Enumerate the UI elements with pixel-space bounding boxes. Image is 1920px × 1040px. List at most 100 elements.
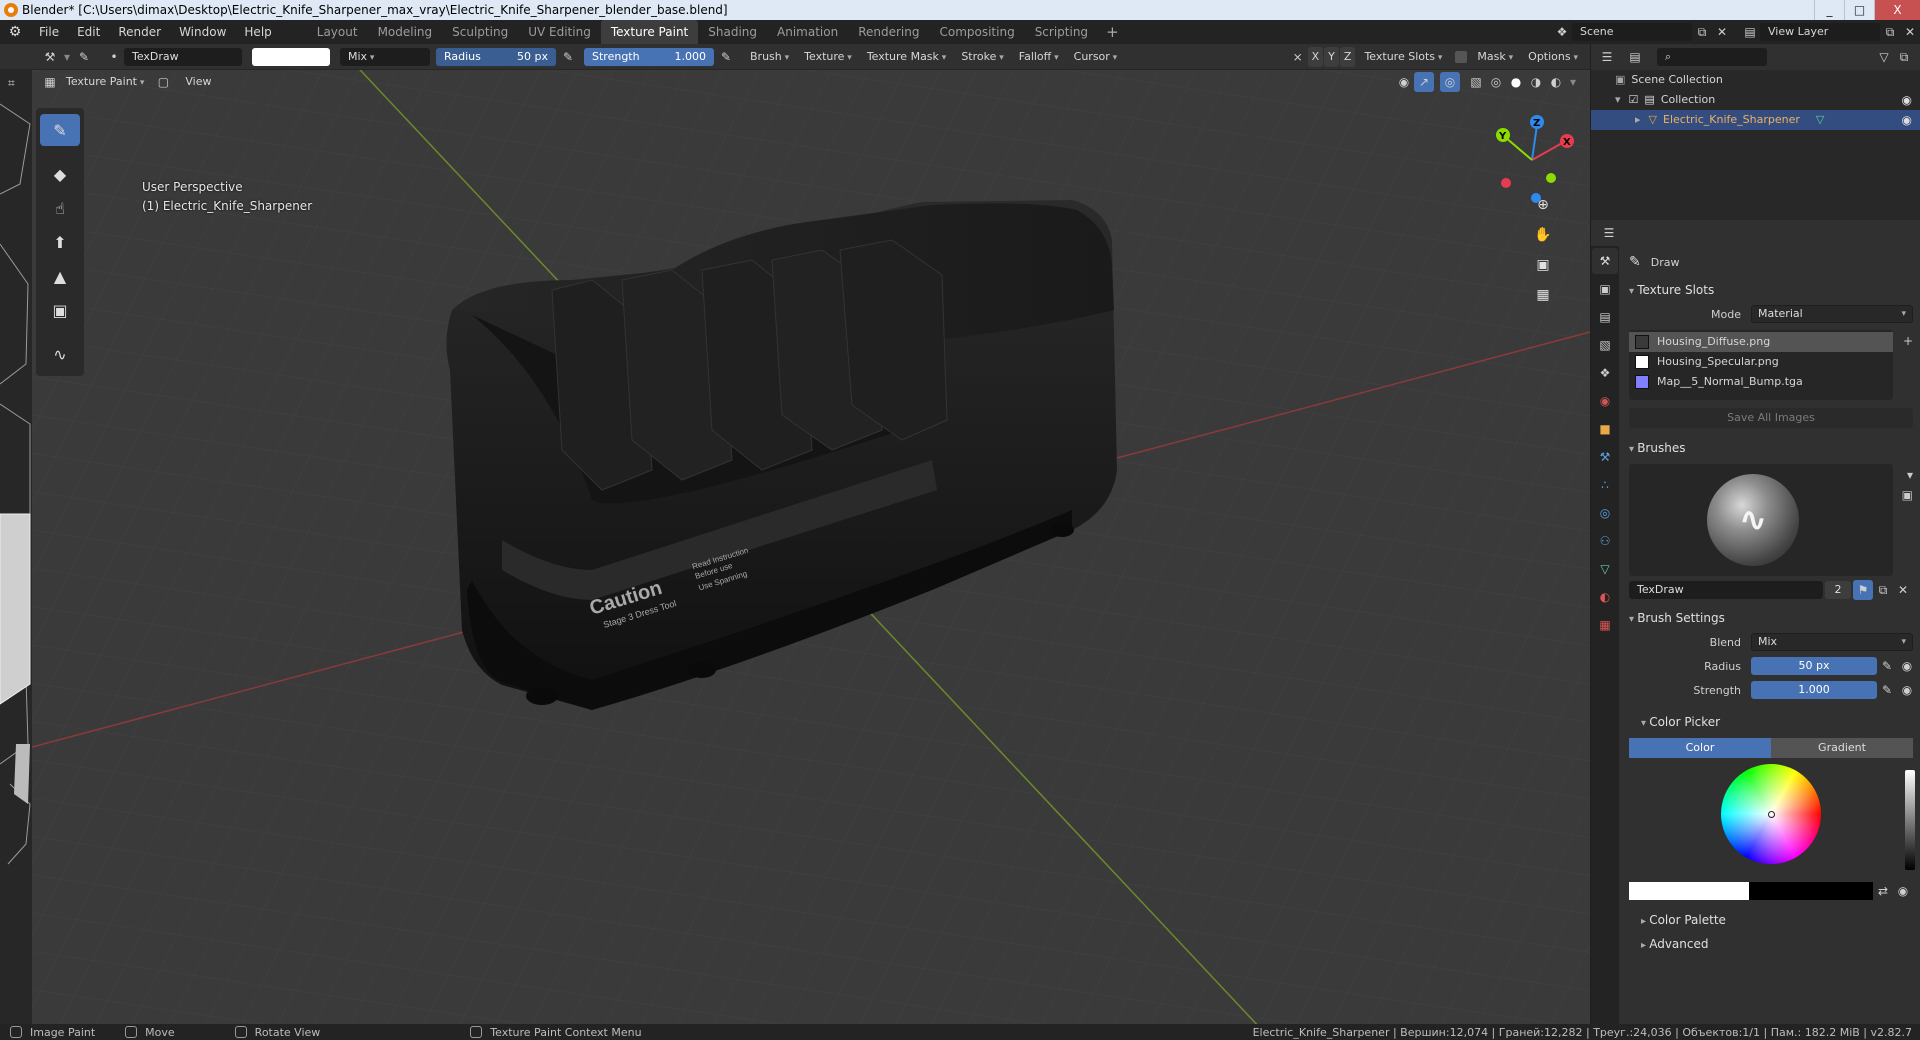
- swap-colors-icon[interactable]: ⇄: [1873, 881, 1893, 901]
- texture-slot-item[interactable]: Housing_Specular.png: [1629, 352, 1893, 372]
- menu-render[interactable]: Render: [109, 20, 170, 44]
- brush-settings-panel[interactable]: Brush Settings: [1621, 606, 1920, 630]
- advanced-panel[interactable]: Advanced: [1621, 932, 1920, 956]
- collection-visibility-icon[interactable]: ◉: [1902, 90, 1912, 110]
- new-scene-icon[interactable]: ⧉: [1692, 22, 1712, 42]
- gizmo-toggle-icon[interactable]: ↗: [1414, 72, 1434, 92]
- maximize-button[interactable]: □: [1844, 0, 1874, 20]
- save-all-images-button[interactable]: Save All Images: [1629, 408, 1913, 428]
- tab-compositing[interactable]: Compositing: [929, 20, 1024, 44]
- world-tab-icon[interactable]: ◉: [1592, 388, 1618, 414]
- mirror-x-button[interactable]: X: [1307, 46, 1324, 67]
- color-settings-icon[interactable]: ◉: [1893, 881, 1913, 901]
- radius-pressure-icon[interactable]: ✎: [558, 47, 578, 67]
- tab-uv-editing[interactable]: UV Editing: [518, 20, 601, 44]
- delete-view-layer-icon[interactable]: ✕: [1900, 22, 1920, 42]
- brush-menu[interactable]: Brush: [744, 47, 795, 67]
- texture-slot-item[interactable]: Housing_Diffuse.png: [1629, 332, 1893, 352]
- pan-hand-icon[interactable]: ✋: [1530, 222, 1556, 248]
- overlay-toggle-icon[interactable]: ◎: [1440, 72, 1460, 92]
- close-button[interactable]: X: [1874, 0, 1920, 20]
- tab-shading[interactable]: Shading: [698, 20, 767, 44]
- zoom-icon[interactable]: ⊕: [1530, 192, 1556, 218]
- shading-dropdown-icon[interactable]: ▾: [1566, 72, 1580, 92]
- 3d-viewport[interactable]: Caution Stage 3 Dress Tool Read Instruct…: [32, 70, 1590, 1024]
- mesh-data-icon[interactable]: ▽: [1816, 110, 1824, 130]
- brush-name-field[interactable]: TexDraw: [124, 47, 242, 66]
- rendered-shading-icon[interactable]: ◐: [1546, 72, 1566, 92]
- menu-edit[interactable]: Edit: [68, 20, 109, 44]
- xray-icon[interactable]: ▧: [1466, 72, 1486, 92]
- brush-list-chevron-icon[interactable]: ▾: [1907, 468, 1913, 482]
- solid-shading-icon[interactable]: ●: [1506, 72, 1526, 92]
- physics-tab-icon[interactable]: ◎: [1592, 500, 1618, 526]
- new-view-layer-icon[interactable]: ⧉: [1880, 22, 1900, 42]
- texture-tab-icon[interactable]: ▦: [1592, 612, 1618, 638]
- blend-dropdown[interactable]: Mix: [1751, 633, 1913, 651]
- options-menu[interactable]: Options: [1522, 47, 1584, 67]
- tool-tab-icon[interactable]: ⚒: [1592, 248, 1618, 274]
- tab-rendering[interactable]: Rendering: [848, 20, 929, 44]
- scene-icon[interactable]: ❖: [1552, 22, 1572, 42]
- cursor-menu[interactable]: Cursor: [1068, 47, 1124, 67]
- duplicate-brush-icon[interactable]: ⧉: [1873, 580, 1893, 600]
- material-tab-icon[interactable]: ◐: [1592, 584, 1618, 610]
- scene-field[interactable]: Scene: [1572, 23, 1692, 41]
- texture-menu[interactable]: Texture: [798, 47, 858, 67]
- outliner-object-row[interactable]: ▸ ▽ Electric_Knife_Sharpener ▽ ◉: [1591, 110, 1920, 130]
- render-tab-icon[interactable]: ▣: [1592, 276, 1618, 302]
- brush-image-icon[interactable]: ▣: [1902, 488, 1913, 502]
- menu-file[interactable]: File: [30, 20, 68, 44]
- visibility-icon[interactable]: ◉: [1394, 72, 1414, 92]
- tab-sculpting[interactable]: Sculpting: [442, 20, 518, 44]
- display-mode-icon[interactable]: ▤: [1625, 47, 1645, 67]
- properties-editor-icon[interactable]: ☰: [1599, 223, 1619, 243]
- view-layer-tab-icon[interactable]: ▧: [1592, 332, 1618, 358]
- brush-icon[interactable]: ✎: [74, 47, 94, 67]
- texture-slots-menu[interactable]: Texture Slots: [1358, 47, 1448, 67]
- add-texture-slot-icon[interactable]: +: [1903, 334, 1913, 348]
- clone-tool-icon[interactable]: ⬆: [40, 226, 80, 258]
- secondary-color-swatch[interactable]: [1749, 882, 1873, 900]
- view-layer-field[interactable]: View Layer: [1760, 23, 1880, 41]
- paint-editor-icon[interactable]: ⚒: [40, 47, 60, 67]
- color-wheel[interactable]: [1721, 764, 1821, 864]
- brushes-panel[interactable]: Brushes: [1621, 436, 1920, 460]
- minimize-button[interactable]: _: [1814, 0, 1844, 20]
- add-workspace-button[interactable]: +: [1098, 20, 1127, 44]
- paint-mask-icon[interactable]: ▢: [153, 72, 173, 92]
- strength-slider[interactable]: Strength 1.000: [584, 47, 714, 66]
- menu-help[interactable]: Help: [235, 20, 280, 44]
- collection-checkbox[interactable]: ☑: [1629, 90, 1639, 110]
- strength-prop-slider[interactable]: 1.000: [1751, 681, 1877, 699]
- blend-mode-dropdown[interactable]: Mix: [340, 47, 430, 66]
- unlink-brush-icon[interactable]: ✕: [1893, 580, 1913, 600]
- blender-menu-icon[interactable]: ⚙: [0, 24, 30, 40]
- strength-option-icon[interactable]: ◉: [1897, 680, 1917, 700]
- menu-window[interactable]: Window: [170, 20, 235, 44]
- primary-color-swatch[interactable]: [1629, 882, 1749, 900]
- modifier-tab-icon[interactable]: ⚒: [1592, 444, 1618, 470]
- radius-unit-icon[interactable]: ◉: [1897, 656, 1917, 676]
- brush-users-count[interactable]: 2: [1825, 581, 1851, 599]
- tab-animation[interactable]: Animation: [767, 20, 848, 44]
- texture-mask-menu[interactable]: Texture Mask: [861, 47, 953, 67]
- texture-slots-panel[interactable]: Texture Slots: [1621, 278, 1920, 302]
- texture-slot-item[interactable]: Map__5_Normal_Bump.tga: [1629, 372, 1893, 392]
- color-picker-panel[interactable]: Color Picker: [1621, 710, 1920, 734]
- mask-checkbox[interactable]: [1451, 47, 1471, 67]
- mirror-z-button[interactable]: Z: [1339, 46, 1356, 67]
- color-wheel-cursor[interactable]: [1768, 811, 1775, 818]
- camera-icon[interactable]: ▣: [1530, 252, 1556, 278]
- expand-collection-icon[interactable]: ▾: [1615, 90, 1621, 110]
- radius-slider[interactable]: Radius 50 px: [436, 47, 556, 66]
- annotate-tool-icon[interactable]: ∿: [40, 338, 80, 370]
- wireframe-shading-icon[interactable]: ◎: [1486, 72, 1506, 92]
- outliner-search-field[interactable]: ⌕: [1657, 48, 1767, 66]
- fake-user-icon[interactable]: ⚑: [1853, 580, 1873, 600]
- tab-texture-paint[interactable]: Texture Paint: [600, 20, 699, 44]
- brush-color-swatch[interactable]: [252, 47, 330, 66]
- expand-object-icon[interactable]: ▸: [1635, 110, 1641, 130]
- outliner-scene-collection[interactable]: ▣ Scene Collection: [1591, 70, 1920, 90]
- data-tab-icon[interactable]: ▽: [1592, 556, 1618, 582]
